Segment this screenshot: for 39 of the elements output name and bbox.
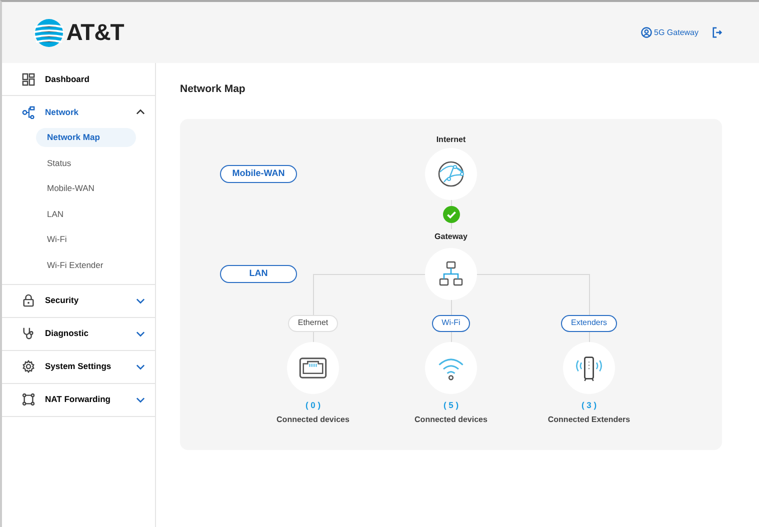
ports-icon [22, 393, 35, 406]
tab-button[interactable]: Extenders [560, 314, 618, 332]
logout-icon[interactable] [712, 27, 723, 38]
node-label: Gateway [434, 231, 468, 244]
wan-button[interactable]: Mobile-WAN [220, 165, 297, 183]
lock-icon [22, 294, 35, 308]
logo-text: AT&T [66, 18, 124, 48]
sidebar-item[interactable]: NAT Forwarding [2, 384, 155, 416]
sidebar-item[interactable]: Security [2, 284, 155, 317]
submenu-item[interactable]: Network Map [36, 128, 136, 147]
lan-button[interactable]: LAN [220, 264, 297, 283]
stethoscope-icon [22, 327, 35, 340]
node-caption: Connected devices [414, 414, 488, 426]
sidebar-item[interactable]: Diagnostic [2, 318, 155, 350]
node-label: Internet [435, 134, 467, 146]
device-count: ( 3 ) [581, 398, 597, 412]
submenu-item[interactable]: LAN [36, 204, 75, 224]
hierarchy-icon [437, 260, 465, 288]
device-count: ( 5 ) [443, 398, 459, 412]
sidebar-item[interactable]: System Settings [2, 350, 155, 383]
submenu-item[interactable]: Mobile-WAN [36, 179, 106, 198]
network-icon [22, 106, 35, 118]
node-caption: Connected devices [276, 414, 350, 426]
page-title: Network Map [180, 82, 246, 97]
submenu-item[interactable]: Wi-Fi [36, 230, 78, 250]
globe-icon [436, 159, 466, 189]
gear-icon [22, 360, 35, 374]
tab-button[interactable]: Wi-Fi [432, 314, 470, 332]
sidebar-item[interactable]: Network [2, 96, 155, 128]
sidebar-item[interactable]: Dashboard [2, 63, 155, 95]
submenu-item[interactable]: Status [36, 154, 82, 173]
tab-button[interactable]: Ethernet [288, 314, 338, 332]
user-icon [640, 27, 652, 38]
account-link[interactable]: 5G Gateway [640, 26, 698, 38]
node-caption: Connected Extenders [548, 414, 630, 426]
dashboard-icon [22, 72, 35, 86]
submenu-item[interactable]: Wi-Fi Extender [36, 256, 114, 275]
device-count: ( 0 ) [305, 398, 321, 412]
logo-icon [34, 18, 64, 48]
